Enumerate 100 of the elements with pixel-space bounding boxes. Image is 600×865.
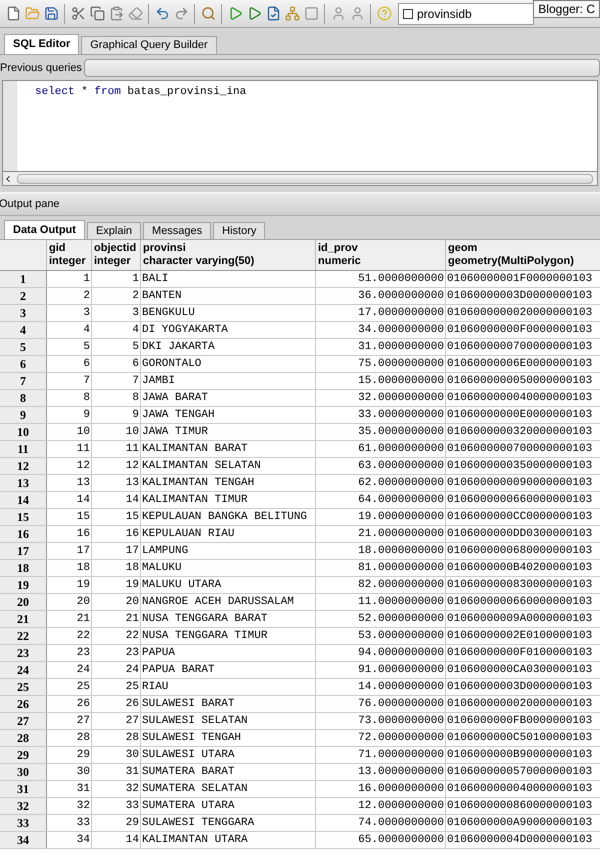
row-number[interactable]: 32 [0, 798, 47, 814]
row-number[interactable]: 7 [0, 373, 47, 389]
table-cell: 25 [47, 679, 92, 695]
table-cell: 0106000000040000000103 [446, 390, 600, 406]
table-cell: 72.0000000000 [316, 730, 446, 746]
table-cell: 35.0000000000 [316, 424, 446, 440]
table-cell: 20 [47, 594, 92, 610]
row-number[interactable]: 24 [0, 662, 47, 678]
play-icon [228, 6, 242, 21]
row-number[interactable]: 4 [0, 322, 47, 338]
table-cell: 32.0000000000 [316, 390, 446, 406]
connection-checkbox[interactable] [403, 8, 413, 18]
table-cell: 31 [47, 781, 92, 797]
row-number[interactable]: 25 [0, 679, 47, 695]
row-number[interactable]: 12 [0, 458, 47, 474]
row-number[interactable]: 18 [0, 560, 47, 576]
row-number[interactable]: 6 [0, 356, 47, 372]
table-cell: 13 [92, 475, 141, 491]
row-number[interactable]: 13 [0, 475, 47, 491]
table-cell: 7 [47, 373, 92, 389]
table-cell: 27 [47, 713, 92, 729]
search-icon [200, 6, 216, 21]
table-cell: 0106000000020000000103 [446, 696, 600, 712]
tree-button[interactable] [283, 4, 301, 24]
copy-button[interactable] [88, 4, 106, 24]
output-tab[interactable]: History [213, 222, 266, 239]
table-cell: JAWA BARAT [141, 390, 316, 406]
row-number[interactable]: 8 [0, 390, 47, 406]
table-cell: SULAWESI BARAT [141, 696, 316, 712]
row-number[interactable]: 28 [0, 730, 47, 746]
play-script-icon [246, 6, 262, 21]
previous-queries-select[interactable] [84, 59, 600, 77]
table-cell: 01060000002E0100000103 [446, 628, 600, 644]
paste-icon [108, 6, 124, 21]
connection-select[interactable]: provinsidb [398, 2, 534, 24]
row-number[interactable]: 26 [0, 696, 47, 712]
row-number[interactable]: 2 [0, 288, 47, 304]
row-number[interactable]: 31 [0, 781, 47, 797]
row-number[interactable]: 15 [0, 509, 47, 525]
table-cell: BANTEN [141, 288, 316, 304]
row-number[interactable]: 30 [0, 764, 47, 780]
table-cell: 0106000000CC0000000103 [446, 509, 600, 525]
table-cell: 22 [92, 628, 141, 644]
row-number[interactable]: 21 [0, 611, 47, 627]
person-icon [350, 6, 364, 21]
table-cell: 8 [92, 390, 141, 406]
table-cell: 0106000000680000000103 [446, 543, 600, 559]
row-number[interactable]: 22 [0, 628, 47, 644]
table-cell: 34.0000000000 [316, 322, 446, 338]
row-number[interactable]: 33 [0, 815, 47, 831]
table-cell: KALIMANTAN TIMUR [141, 492, 316, 508]
row-number[interactable]: 3 [0, 305, 47, 321]
row-number[interactable]: 16 [0, 526, 47, 542]
row-number[interactable]: 1 [0, 271, 47, 287]
output-tab[interactable]: Explain [86, 222, 142, 239]
column-header[interactable]: gid integer [47, 240, 92, 270]
table-cell: 28 [92, 730, 141, 746]
table-cell: 1 [92, 271, 141, 287]
column-header[interactable]: provinsi character varying(50) [141, 240, 316, 270]
row-number[interactable]: 11 [0, 441, 47, 457]
row-number[interactable]: 29 [0, 747, 47, 763]
editor-tab[interactable]: Graphical Query Builder [81, 36, 217, 54]
table-cell: 14 [92, 832, 141, 848]
copy-icon [90, 6, 104, 21]
table-cell: 0106000000DD0300000103 [446, 526, 600, 542]
column-header[interactable]: id_prov numeric [316, 240, 446, 270]
output-tab[interactable]: Data Output [4, 220, 85, 239]
row-number[interactable]: 34 [0, 832, 47, 848]
table-cell: 0106000000FB0000000103 [446, 713, 600, 729]
table-cell: 0106000000A90000000103 [446, 815, 600, 831]
row-number[interactable]: 23 [0, 645, 47, 661]
row-number[interactable]: 10 [0, 424, 47, 440]
help-button[interactable] [375, 4, 393, 24]
row-number[interactable]: 5 [0, 339, 47, 355]
table-cell: SULAWESI UTARA [141, 747, 316, 763]
table-cell: 30 [92, 747, 141, 763]
column-header[interactable]: objectid integer [92, 240, 141, 270]
editor-tab[interactable]: SQL Editor [4, 34, 80, 54]
table-cell: 2 [47, 288, 92, 304]
table-cell: 9 [47, 407, 92, 423]
row-number[interactable]: 17 [0, 543, 47, 559]
row-number[interactable]: 27 [0, 713, 47, 729]
table-cell: 10 [47, 424, 92, 440]
output-tab[interactable]: Messages [143, 222, 212, 239]
table-cell: 82.0000000000 [316, 577, 446, 593]
person-icon [330, 6, 346, 21]
new-file-icon [6, 6, 20, 21]
table-cell: 15 [92, 509, 141, 525]
horizontal-scrollbar[interactable] [2, 172, 598, 186]
table-cell: 74.0000000000 [316, 815, 446, 831]
stop-icon [304, 6, 318, 21]
column-header[interactable]: geom geometry(MultiPolygon) [446, 240, 600, 270]
row-number[interactable]: 9 [0, 407, 47, 423]
table-cell: 5 [92, 339, 141, 355]
row-number[interactable]: 19 [0, 577, 47, 593]
tree-icon [284, 6, 300, 21]
row-number[interactable]: 14 [0, 492, 47, 508]
sql-editor[interactable]: select * from batas_provinsi_ina [2, 80, 598, 172]
row-number[interactable]: 20 [0, 594, 47, 610]
table-cell: 81.0000000000 [316, 560, 446, 576]
